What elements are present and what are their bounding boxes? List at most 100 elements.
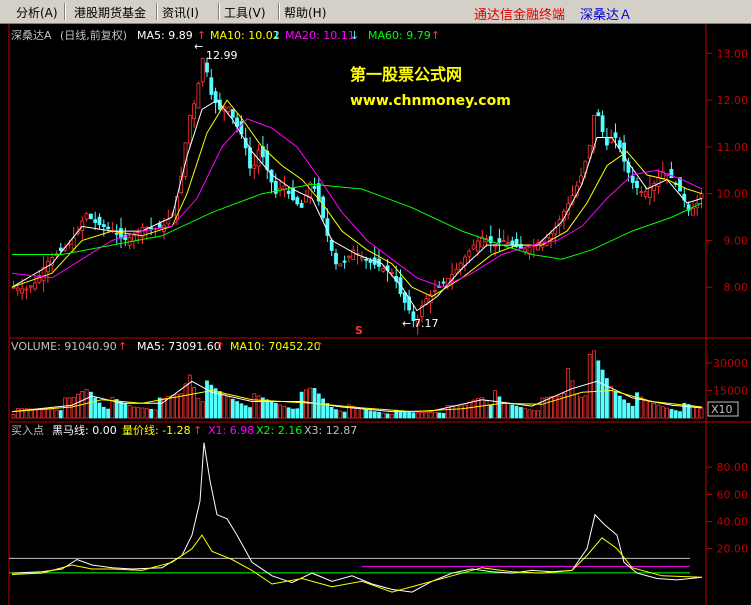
candle-body	[209, 77, 214, 95]
broker-title: 通达信金融终端	[474, 8, 566, 23]
volume-bar	[372, 411, 377, 419]
y-tick-label: 13.00	[717, 47, 749, 60]
volume-bar	[131, 406, 136, 419]
volume-bar	[570, 380, 575, 419]
candle-body	[131, 234, 136, 242]
volume-bar	[566, 368, 571, 419]
candle-body	[613, 132, 618, 138]
candle-body	[230, 109, 235, 118]
candle-body	[501, 240, 506, 242]
volume-bar	[248, 407, 252, 419]
y-tick-label: 15000	[713, 385, 748, 398]
candle-body	[114, 232, 119, 235]
volume-bar	[153, 409, 158, 419]
candle-body	[506, 242, 510, 244]
candle-body	[497, 238, 502, 243]
volume-bar	[342, 411, 347, 419]
volume-bar	[385, 413, 390, 419]
volume-bar	[239, 403, 244, 419]
x1-legend: X1: 6.98	[208, 424, 254, 437]
menu-separator	[156, 3, 157, 20]
volume-bar	[536, 410, 540, 419]
candle-body	[282, 185, 287, 190]
volume-bar	[157, 397, 162, 419]
volume-bar	[510, 404, 515, 419]
candle-body	[24, 288, 29, 291]
candle-body	[471, 244, 476, 250]
volume-bar	[192, 387, 197, 419]
candle-body	[639, 191, 644, 194]
volume-bar	[484, 400, 489, 419]
candle-body	[609, 137, 614, 144]
stock-chart[interactable]: 13.00 12.00 11.00 10.00 9.00 8.00 30000 15000 80…	[0, 24, 751, 605]
chart-mode-label: (日线,前复权)	[60, 28, 127, 42]
candle-body	[89, 213, 93, 220]
candle-body	[579, 175, 583, 184]
y-tick-label: 20.00	[717, 543, 749, 556]
candle-body	[454, 268, 459, 274]
volume-bar	[695, 406, 700, 419]
liangjia-legend: 量价线: -1.28	[122, 423, 191, 437]
volume-bar	[587, 353, 592, 419]
menu-analysis[interactable]: 分析(A)	[16, 4, 58, 21]
candle-body	[106, 226, 110, 229]
volume-bar	[579, 396, 583, 419]
volume-bar	[196, 397, 201, 419]
volume-bar	[200, 401, 205, 419]
sell-signal-marker: S	[355, 324, 363, 337]
volume-bar	[226, 396, 231, 419]
menu-news[interactable]: 资讯(I)	[162, 4, 199, 21]
volume-bar	[648, 401, 652, 419]
candle-body	[364, 258, 369, 261]
candle-body	[269, 169, 274, 183]
volume-bar	[471, 399, 476, 419]
candle-body	[97, 216, 102, 225]
candle-body	[312, 186, 317, 189]
volume-bar	[265, 399, 270, 419]
candle-body	[617, 140, 622, 149]
menu-hk-futures-funds[interactable]: 港股期货基金	[74, 4, 146, 21]
volume-bar	[286, 407, 291, 419]
volume-bar	[205, 380, 209, 419]
candle-body	[510, 240, 515, 245]
volume-bar	[617, 395, 622, 419]
candle-body	[119, 228, 123, 239]
menu-separator	[278, 3, 279, 20]
volume-bar	[50, 409, 55, 419]
volume-bar	[643, 399, 648, 419]
volume-bar	[600, 369, 605, 419]
volume-bar	[123, 403, 128, 419]
volume-bar	[278, 404, 283, 419]
volume-ma10-legend: MA10: 70452.20	[230, 340, 321, 353]
volume-bar	[359, 408, 364, 419]
liangjia-up-arrow: ↑	[193, 424, 202, 437]
ma10-legend: MA10: 10.02	[210, 29, 280, 42]
low-marker-arrow: ←	[402, 317, 411, 330]
menu-tools[interactable]: 工具(V)	[224, 4, 266, 21]
volume-bar	[501, 401, 506, 419]
y-tick-label: 30000	[713, 357, 748, 370]
menu-separator	[218, 3, 219, 20]
volume-bar	[660, 406, 665, 419]
menu-help[interactable]: 帮助(H)	[284, 4, 326, 21]
candle-body	[196, 82, 201, 109]
volume-unit-badge: X10	[711, 403, 733, 416]
candle-body	[93, 219, 98, 223]
ma20-legend: MA20: 10.11	[285, 29, 355, 42]
candle-body	[643, 191, 648, 197]
y-tick-label: 12.00	[717, 94, 749, 107]
ma60-up-arrow: ↑	[431, 29, 440, 42]
volume-bar	[592, 350, 596, 419]
volume-bar	[381, 412, 386, 419]
volume-bar	[506, 403, 510, 419]
volume-bar	[170, 394, 175, 419]
candle-body	[523, 248, 528, 252]
candle-body	[20, 288, 25, 294]
high-price-label: 12.99	[206, 49, 238, 62]
volume-bar	[497, 396, 502, 419]
volume-bar	[531, 410, 536, 419]
volume-bar	[235, 401, 240, 419]
volume-bar	[475, 398, 480, 419]
candle-body	[600, 115, 605, 133]
candle-body	[286, 190, 291, 194]
